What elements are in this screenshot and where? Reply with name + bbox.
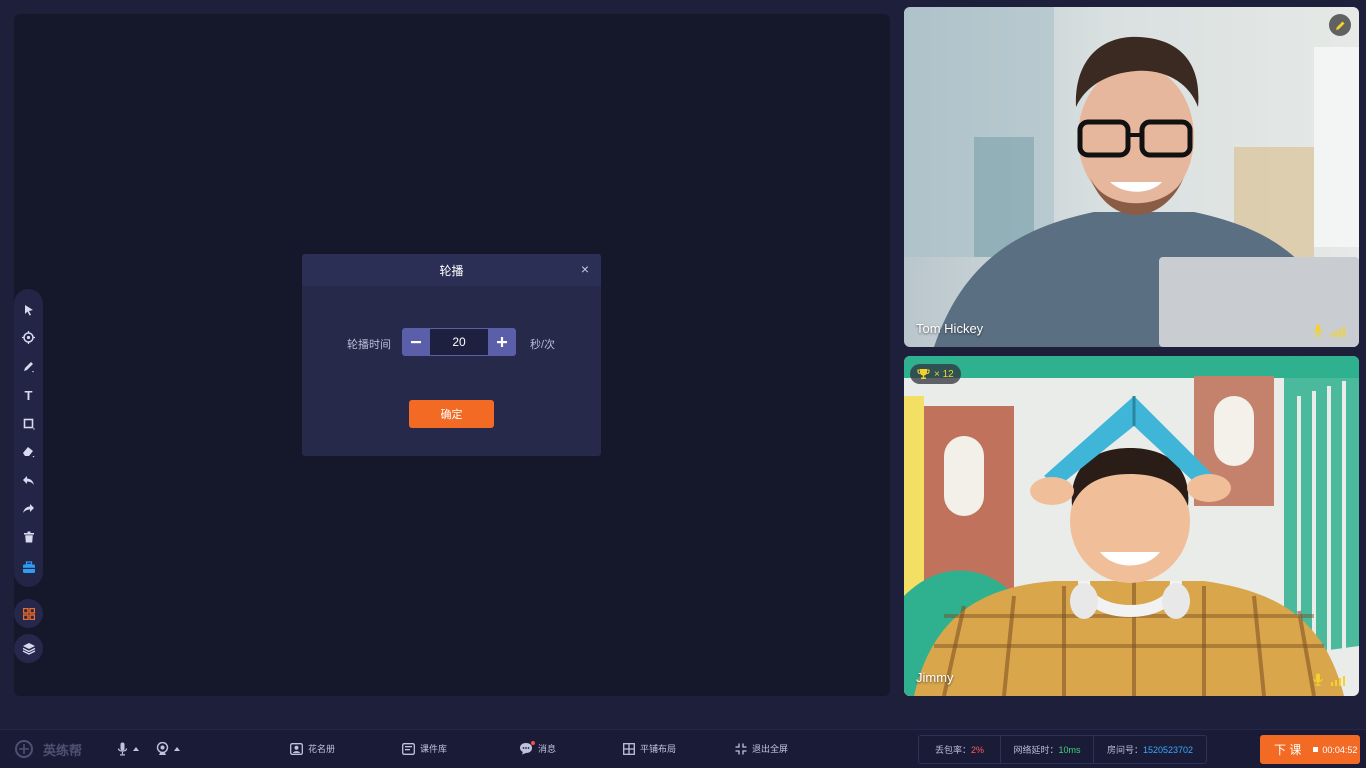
layers-button[interactable] (14, 634, 43, 663)
room-number: 房间号： 1520523702 (1106, 744, 1194, 756)
apps-icon (22, 607, 35, 620)
trophy-icon (917, 369, 930, 379)
teacher-name: Tom Hickey (916, 321, 984, 336)
logo-icon (15, 740, 33, 758)
courseware-label: 课件库 (420, 744, 448, 754)
unread-dot (531, 741, 535, 745)
roster-button[interactable]: 花名册 (290, 742, 335, 755)
caret-up-icon (174, 747, 180, 751)
student-video[interactable]: × 12 Jimmy (904, 356, 1359, 696)
student-video-image (904, 356, 1359, 696)
undo-icon[interactable] (20, 472, 37, 489)
tile-layout-label: 平铺布局 (640, 744, 677, 754)
interval-stepper: 20 (402, 328, 516, 356)
confirm-button[interactable]: 确定 (409, 400, 494, 428)
trophy-count: × 12 (934, 368, 954, 380)
app-logo: 英练帮 (14, 739, 82, 759)
shape-icon[interactable] (20, 415, 37, 432)
room-number-value: 1520523702 (1142, 744, 1194, 755)
dialog-header: 轮播 × (302, 254, 601, 286)
signal-icon (1331, 326, 1345, 337)
pen-icon[interactable] (20, 358, 37, 375)
latency-value: 10ms (1058, 744, 1081, 755)
interval-value[interactable]: 20 (430, 328, 488, 356)
interval-unit: 秒/次 (530, 339, 556, 351)
bottom-bar: 英练帮 花名册 课件库 消息 平铺布局 退出全屏 丢包率：2% 网络延时：1 (0, 729, 1366, 768)
microphone-icon (117, 742, 128, 756)
camera-menu[interactable] (156, 742, 180, 756)
signal-icon (1331, 675, 1345, 686)
drawing-toolbar: T (14, 289, 43, 587)
pencil-icon[interactable] (1329, 14, 1351, 36)
grid-icon (623, 742, 635, 755)
plus-icon (497, 337, 507, 347)
increment-button[interactable] (488, 328, 516, 356)
messages-button[interactable]: 消息 (519, 741, 557, 755)
interval-label: 轮播时间 (347, 339, 391, 351)
microphone-menu[interactable] (117, 742, 139, 756)
end-class-button[interactable]: 下 课 00:04:52 (1260, 735, 1360, 764)
trophy-badge: × 12 (910, 364, 961, 384)
laser-icon[interactable] (20, 329, 37, 346)
apps-button[interactable] (14, 599, 43, 628)
pointer-icon[interactable] (20, 301, 37, 318)
end-class-label: 下 课 (1274, 743, 1302, 757)
microphone-icon (1313, 673, 1323, 686)
packet-loss: 丢包率： 2% (919, 736, 1001, 763)
courseware-icon (402, 742, 415, 755)
network-latency: 网络延时： 10ms (1001, 736, 1094, 763)
network-stats: 丢包率： 2% 网络延时： 10ms 房间号： 1520523702 (918, 735, 1207, 764)
microphone-icon (1313, 324, 1323, 337)
dialog-title: 轮播 (439, 263, 464, 278)
roster-icon (290, 742, 303, 755)
teacher-video-image (904, 7, 1359, 347)
logo-text: 英练帮 (43, 742, 83, 758)
trash-icon[interactable] (20, 528, 37, 545)
close-icon[interactable]: × (579, 262, 591, 276)
layers-icon (22, 643, 35, 655)
message-icon (519, 741, 535, 755)
caret-up-icon (133, 747, 139, 751)
messages-label: 消息 (538, 744, 557, 754)
roster-label: 花名册 (308, 744, 336, 754)
minus-icon (411, 341, 421, 344)
teacher-status (1313, 324, 1345, 337)
class-timer: 00:04:52 (1322, 744, 1358, 755)
exit-fullscreen-label: 退出全屏 (752, 744, 789, 754)
camera-icon (156, 742, 169, 755)
courseware-button[interactable]: 课件库 (402, 742, 447, 755)
packet-loss-value: 2% (971, 744, 985, 755)
redo-icon[interactable] (20, 500, 37, 517)
student-name: Jimmy (916, 670, 954, 685)
interval-row: 轮播时间 20 秒/次 (302, 328, 601, 356)
carousel-dialog: 轮播 × 轮播时间 20 秒/次 确定 (302, 254, 601, 456)
stop-icon (1313, 747, 1319, 752)
exit-fullscreen-icon (735, 743, 747, 754)
tile-layout-button[interactable]: 平铺布局 (623, 742, 676, 755)
teacher-video[interactable]: Tom Hickey (904, 7, 1359, 347)
eraser-icon[interactable] (20, 443, 37, 460)
toolbox-icon[interactable] (20, 559, 37, 576)
exit-fullscreen-button[interactable]: 退出全屏 (735, 742, 788, 755)
text-icon[interactable]: T (20, 387, 37, 404)
decrement-button[interactable] (402, 328, 430, 356)
student-status (1313, 673, 1345, 686)
